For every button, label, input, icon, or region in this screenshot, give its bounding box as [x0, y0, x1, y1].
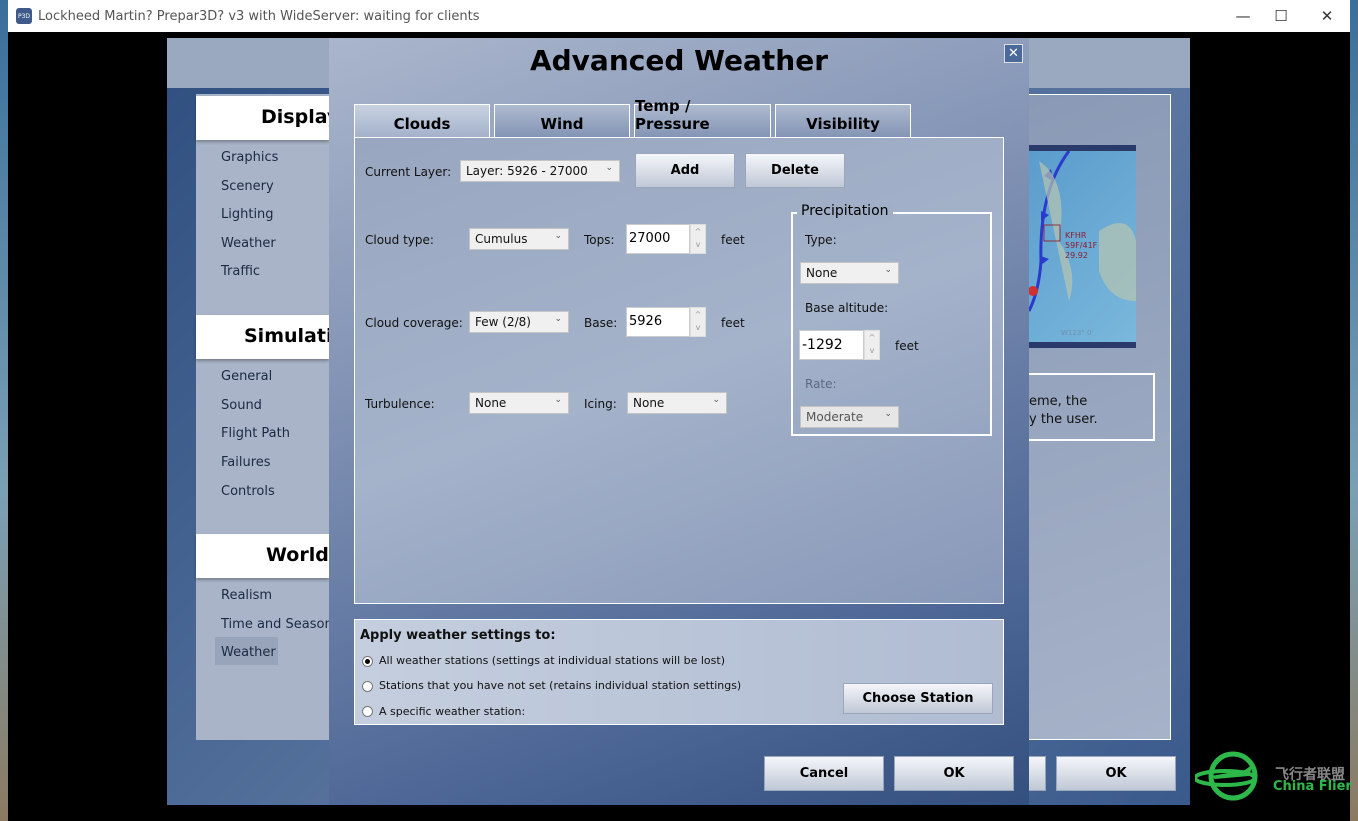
- settings-button-edge[interactable]: [1029, 756, 1046, 791]
- watermark-en: China Flier: [1273, 779, 1352, 794]
- icing-value: None: [633, 396, 665, 410]
- map-station: KFHR: [1065, 231, 1087, 240]
- current-layer-label: Current Layer:: [365, 165, 452, 179]
- precip-type-value: None: [806, 266, 838, 280]
- precip-rate-label: Rate:: [805, 377, 837, 391]
- section-world: World: [196, 534, 329, 578]
- nav-scenery[interactable]: Scenery: [221, 179, 274, 194]
- close-icon[interactable]: ✕: [1004, 44, 1023, 63]
- china-flier-watermark: 飞行者联盟 China Flier: [1195, 748, 1355, 803]
- base-unit: feet: [721, 316, 745, 330]
- tab-wind[interactable]: Wind: [494, 104, 630, 137]
- nav-failures[interactable]: Failures: [221, 455, 271, 470]
- cancel-button[interactable]: Cancel: [764, 756, 884, 791]
- turbulence-value: None: [475, 396, 507, 410]
- radio-unset-stations-label[interactable]: Stations that you have not set (retains …: [379, 679, 741, 692]
- cloud-type-select[interactable]: Cumulus ⌄: [469, 228, 569, 250]
- desc-line: eme, the: [1029, 394, 1088, 409]
- weather-map-image: KFHR 59F/41F 29.92 W123° 0': [1029, 145, 1136, 348]
- nav-traffic[interactable]: Traffic: [221, 264, 260, 279]
- window-title: Lockheed Martin? Prepar3D? v3 with WideS…: [38, 8, 480, 24]
- map-coord: W123° 0': [1061, 329, 1094, 337]
- nav-flight-path[interactable]: Flight Path: [221, 426, 290, 441]
- radio-specific-station[interactable]: [362, 706, 373, 717]
- add-layer-button[interactable]: Add: [635, 153, 735, 188]
- tab-clouds[interactable]: Clouds: [354, 104, 490, 137]
- precip-type-label: Type:: [805, 233, 837, 247]
- section-simulation: Simulation: [196, 315, 329, 359]
- coverage-select[interactable]: Few (2/8) ⌄: [469, 311, 569, 333]
- precip-type-select[interactable]: None ⌄: [800, 262, 899, 284]
- nav-time-season[interactable]: Time and Season: [221, 617, 333, 632]
- nav-general[interactable]: General: [221, 369, 272, 384]
- map-pressure: 29.92: [1065, 251, 1088, 260]
- cloud-type-value: Cumulus: [475, 232, 528, 246]
- base-label: Base:: [584, 316, 618, 330]
- window-titlebar: P3D Lockheed Martin? Prepar3D? v3 with W…: [8, 0, 1350, 32]
- plane-globe-logo-icon: [1195, 751, 1258, 801]
- apply-title: Apply weather settings to:: [360, 628, 556, 643]
- precip-base-spinner[interactable]: ^ v: [864, 330, 880, 360]
- coverage-label: Cloud coverage:: [365, 316, 463, 330]
- nav-controls[interactable]: Controls: [221, 484, 275, 499]
- precip-base-input[interactable]: -1292: [799, 330, 864, 360]
- nav-weather-display[interactable]: Weather: [221, 236, 276, 251]
- chevron-down-icon: ⌄: [605, 163, 613, 173]
- precip-base-label: Base altitude:: [805, 301, 889, 315]
- base-spinner[interactable]: ^ v: [690, 307, 706, 337]
- current-layer-value: Layer: 5926 - 27000: [466, 164, 588, 178]
- chevron-down-icon: ⌄: [884, 409, 892, 419]
- map-temp: 59F/41F: [1065, 241, 1098, 250]
- chevron-down-icon: ⌄: [554, 231, 562, 241]
- tops-input[interactable]: 27000: [626, 224, 690, 254]
- base-input[interactable]: 5926: [626, 307, 690, 337]
- icing-select[interactable]: None ⌄: [627, 392, 727, 414]
- app-icon: P3D: [16, 8, 32, 24]
- precip-base-unit: feet: [895, 339, 919, 353]
- nav-lighting[interactable]: Lighting: [221, 207, 274, 222]
- desc-line: y the user.: [1029, 412, 1098, 427]
- choose-station-button[interactable]: Choose Station: [843, 683, 993, 714]
- nav-sound[interactable]: Sound: [221, 398, 262, 413]
- turbulence-select[interactable]: None ⌄: [469, 392, 569, 414]
- tab-temp-pressure[interactable]: Temp / Pressure: [634, 97, 771, 137]
- tops-spinner[interactable]: ^ v: [690, 224, 706, 254]
- dialog-title: Advanced Weather: [529, 44, 829, 77]
- weather-description: eme, the y the user.: [1029, 373, 1155, 441]
- nav-weather-world[interactable]: Weather: [215, 637, 278, 665]
- section-display: Display: [196, 96, 329, 140]
- chevron-down-icon: ⌄: [712, 395, 720, 405]
- coverage-value: Few (2/8): [475, 315, 531, 329]
- radio-all-stations-label[interactable]: All weather stations (settings at indivi…: [379, 654, 725, 667]
- radio-unset-stations[interactable]: [362, 681, 373, 692]
- cloud-type-label: Cloud type:: [365, 233, 434, 247]
- delete-layer-button[interactable]: Delete: [745, 153, 845, 188]
- tops-label: Tops:: [584, 233, 615, 247]
- chevron-down-icon: ⌄: [554, 314, 562, 324]
- close-window-button[interactable]: ✕: [1304, 0, 1350, 32]
- precip-rate-value: Moderate: [806, 410, 864, 424]
- radio-specific-station-label[interactable]: A specific weather station:: [379, 705, 525, 718]
- ok-button[interactable]: OK: [894, 756, 1014, 791]
- icing-label: Icing:: [584, 397, 617, 411]
- nav-graphics[interactable]: Graphics: [221, 150, 278, 165]
- precip-rate-select[interactable]: Moderate ⌄: [800, 406, 899, 428]
- turbulence-label: Turbulence:: [365, 397, 435, 411]
- chevron-down-icon: ⌄: [554, 395, 562, 405]
- precipitation-title: Precipitation: [797, 203, 893, 219]
- settings-ok-button[interactable]: OK: [1056, 756, 1176, 791]
- nav-realism[interactable]: Realism: [221, 588, 272, 603]
- current-layer-select[interactable]: Layer: 5926 - 27000 ⌄: [460, 160, 620, 182]
- maximize-button[interactable]: ☐: [1258, 0, 1304, 32]
- radio-all-stations[interactable]: [362, 656, 373, 667]
- chevron-down-icon: ⌄: [884, 265, 892, 275]
- tops-unit: feet: [721, 233, 745, 247]
- tab-visibility[interactable]: Visibility: [775, 104, 911, 137]
